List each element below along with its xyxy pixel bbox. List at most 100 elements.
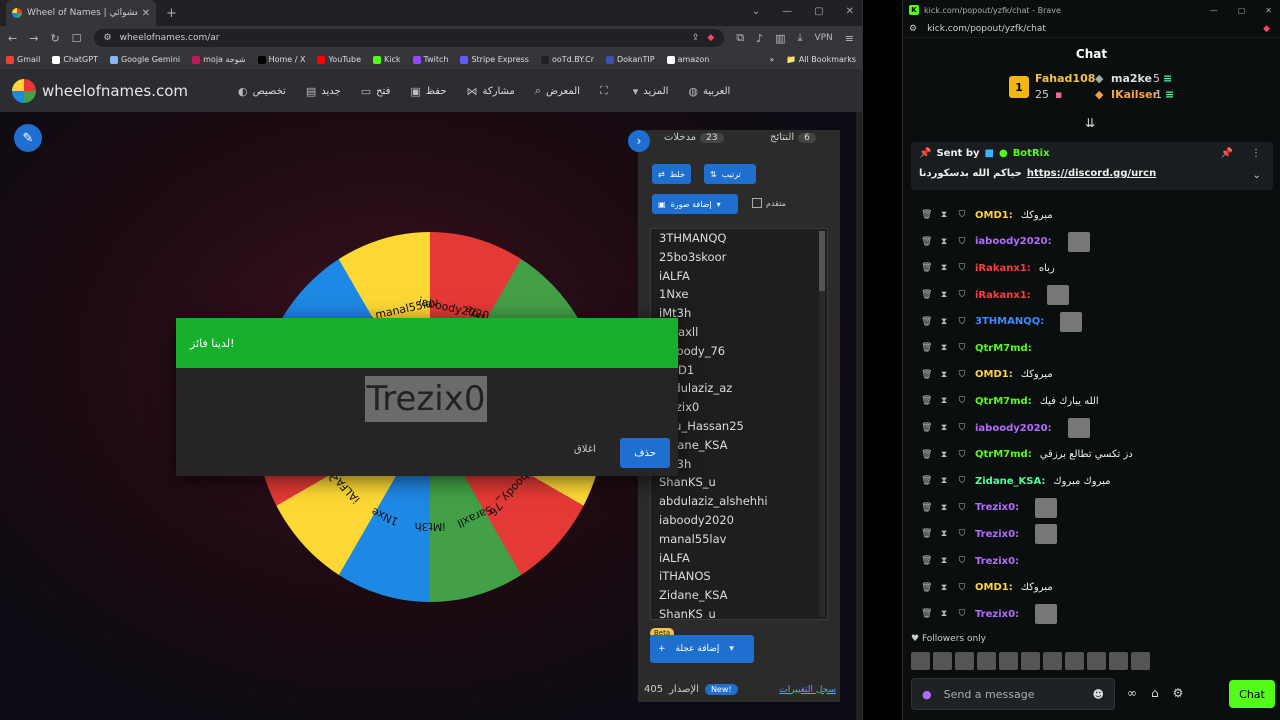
nav-item-save[interactable]: ▣ حفظ — [410, 85, 446, 98]
emote[interactable] — [1043, 652, 1062, 670]
settings-icon[interactable]: ⚙ — [1173, 686, 1184, 700]
kicks-icon[interactable]: ∞ — [1127, 686, 1137, 700]
delete-icon[interactable]: 🗑 — [921, 237, 932, 247]
ban-icon[interactable]: ⛉ — [957, 290, 967, 300]
chat-username[interactable]: Trezix0: — [975, 502, 1019, 513]
timeout-icon[interactable]: ⧗ — [939, 583, 949, 593]
unpin-icon[interactable]: 📌 — [1221, 148, 1233, 159]
site-logo[interactable]: wheelofnames.com — [12, 79, 188, 103]
reload-icon[interactable]: ↻ — [50, 32, 59, 45]
timeout-icon[interactable]: ⧗ — [939, 290, 949, 300]
timeout-icon[interactable]: ⧗ — [939, 343, 949, 353]
timeout-icon[interactable]: ⧗ — [939, 396, 949, 406]
checkbox-box[interactable] — [752, 198, 762, 208]
store-icon[interactable]: ⌂ — [1151, 686, 1159, 700]
ban-icon[interactable]: ⛉ — [957, 370, 967, 380]
chat-username[interactable]: Trezix0: — [975, 529, 1019, 540]
right-url[interactable]: kick.com/popout/yzfk/chat — [927, 24, 1046, 34]
ban-icon[interactable]: ⛉ — [957, 396, 967, 406]
ban-icon[interactable]: ⛉ — [957, 317, 967, 327]
nav-item-search[interactable]: ⌕ المعرض — [535, 84, 580, 98]
ban-icon[interactable]: ⛉ — [957, 263, 967, 273]
delete-icon[interactable]: 🗑 — [921, 370, 932, 380]
ban-icon[interactable]: ⛉ — [957, 556, 967, 566]
brave-shield-icon[interactable]: ◆ — [707, 33, 714, 43]
emote[interactable] — [1131, 652, 1150, 670]
advanced-checkbox[interactable]: متقدم — [752, 198, 786, 208]
bookmark-item[interactable]: Stripe Express — [460, 55, 529, 64]
shuffle-button[interactable]: ⇄ خلط — [652, 164, 691, 184]
ban-icon[interactable]: ⛉ — [957, 476, 967, 486]
emote[interactable] — [1021, 652, 1040, 670]
chat-username[interactable]: iRakanx1: — [975, 290, 1031, 301]
bookmark-item[interactable]: moja شوجة — [192, 55, 246, 64]
delete-icon[interactable]: 🗑 — [921, 529, 932, 539]
nav-item-folder[interactable]: ▭ فتح — [361, 85, 391, 98]
ban-icon[interactable]: ⛉ — [957, 237, 967, 247]
timeout-icon[interactable]: ⧗ — [939, 609, 949, 619]
emote[interactable] — [955, 652, 974, 670]
bookmark-item[interactable]: ooTd.BY.Cr — [540, 55, 594, 64]
timeout-icon[interactable]: ⧗ — [939, 423, 949, 433]
bookmark-item[interactable]: Google Gemini — [109, 55, 180, 64]
pinned-sender[interactable]: BotRix — [1013, 148, 1050, 159]
emote[interactable] — [933, 652, 952, 670]
chat-username[interactable]: OMD1: — [975, 210, 1013, 221]
expand-leaderboard-icon[interactable]: ⇊ — [1085, 116, 1095, 130]
ban-icon[interactable]: ⛉ — [957, 529, 967, 539]
tab-results[interactable]: النتائج 6 — [770, 132, 816, 143]
leader-1-name[interactable]: Fahad108 — [1035, 72, 1095, 85]
delete-icon[interactable]: 🗑 — [921, 556, 932, 566]
nav-item-palette[interactable]: ◐ تخصيص — [238, 85, 286, 98]
close-window-icon[interactable]: ✕ — [1265, 6, 1272, 15]
delete-icon[interactable]: 🗑 — [921, 396, 932, 406]
chat-username[interactable]: iaboody2020: — [975, 236, 1052, 247]
emoji-icon[interactable]: ☻ — [1093, 688, 1104, 701]
chat-username[interactable]: QtrM7md: — [975, 396, 1032, 407]
delete-icon[interactable]: 🗑 — [921, 317, 932, 327]
ban-icon[interactable]: ⛉ — [957, 583, 967, 593]
chat-username[interactable]: iaboody2020: — [975, 423, 1052, 434]
share-page-icon[interactable]: ⇪ — [692, 33, 700, 43]
timeout-icon[interactable]: ⧗ — [939, 503, 949, 513]
send-chat-button[interactable]: Chat — [1229, 680, 1275, 708]
menu-icon[interactable]: ≡ — [845, 32, 854, 45]
vpn-button[interactable]: VPN — [814, 33, 832, 43]
delete-icon[interactable]: 🗑 — [921, 450, 932, 460]
close-dialog-button[interactable]: اغلاق — [574, 444, 596, 455]
maximize-icon[interactable]: ▢ — [814, 6, 823, 17]
mic-icon[interactable]: ● — [922, 688, 932, 701]
chat-username[interactable]: Zidane_KSA: — [975, 476, 1045, 487]
nav-item-chevron-down[interactable]: ▾ المزيد — [633, 85, 669, 98]
bookmark-item[interactable]: YouTube — [317, 55, 361, 64]
leader-3-name[interactable]: IKailser — [1111, 88, 1158, 101]
timeout-icon[interactable]: ⧗ — [939, 370, 949, 380]
delete-icon[interactable]: 🗑 — [921, 609, 932, 619]
delete-icon[interactable]: 🗑 — [921, 476, 932, 486]
delete-icon[interactable]: 🗑 — [921, 583, 932, 593]
delete-icon[interactable]: 🗑 — [921, 503, 932, 513]
chat-username[interactable]: OMD1: — [975, 369, 1013, 380]
delete-icon[interactable]: 🗑 — [921, 290, 932, 300]
leader-2-name[interactable]: ma2ke — [1111, 72, 1152, 85]
bookmark-item[interactable]: Gmail — [6, 55, 40, 64]
sort-button[interactable]: ⇅ ترتيب — [704, 164, 756, 184]
ban-icon[interactable]: ⛉ — [957, 503, 967, 513]
chat-username[interactable]: OMD1: — [975, 582, 1013, 593]
bookmark-icon[interactable]: ☐ — [72, 32, 82, 45]
sidebar-icon[interactable]: ▥ — [775, 32, 785, 45]
chat-username[interactable]: Trezix0: — [975, 556, 1019, 567]
ban-icon[interactable]: ⛉ — [957, 343, 967, 353]
nav-item-file[interactable]: ▤ جديد — [306, 85, 341, 98]
timeout-icon[interactable]: ⧗ — [939, 317, 949, 327]
dropdown-caret-icon[interactable]: ▾ — [729, 644, 734, 654]
bookmark-item[interactable]: amazon — [666, 55, 709, 64]
site-info-icon[interactable]: ⚙ — [104, 33, 112, 43]
delete-icon[interactable]: 🗑 — [921, 423, 932, 433]
ban-icon[interactable]: ⛉ — [957, 609, 967, 619]
timeout-icon[interactable]: ⧗ — [939, 556, 949, 566]
delete-icon[interactable]: 🗑 — [921, 343, 932, 353]
maximize-icon[interactable]: ▢ — [1238, 6, 1246, 15]
bookmark-item[interactable]: Home / X — [257, 55, 305, 64]
add-image-button[interactable]: ▣ إضافة صورة ▾ — [652, 194, 738, 214]
